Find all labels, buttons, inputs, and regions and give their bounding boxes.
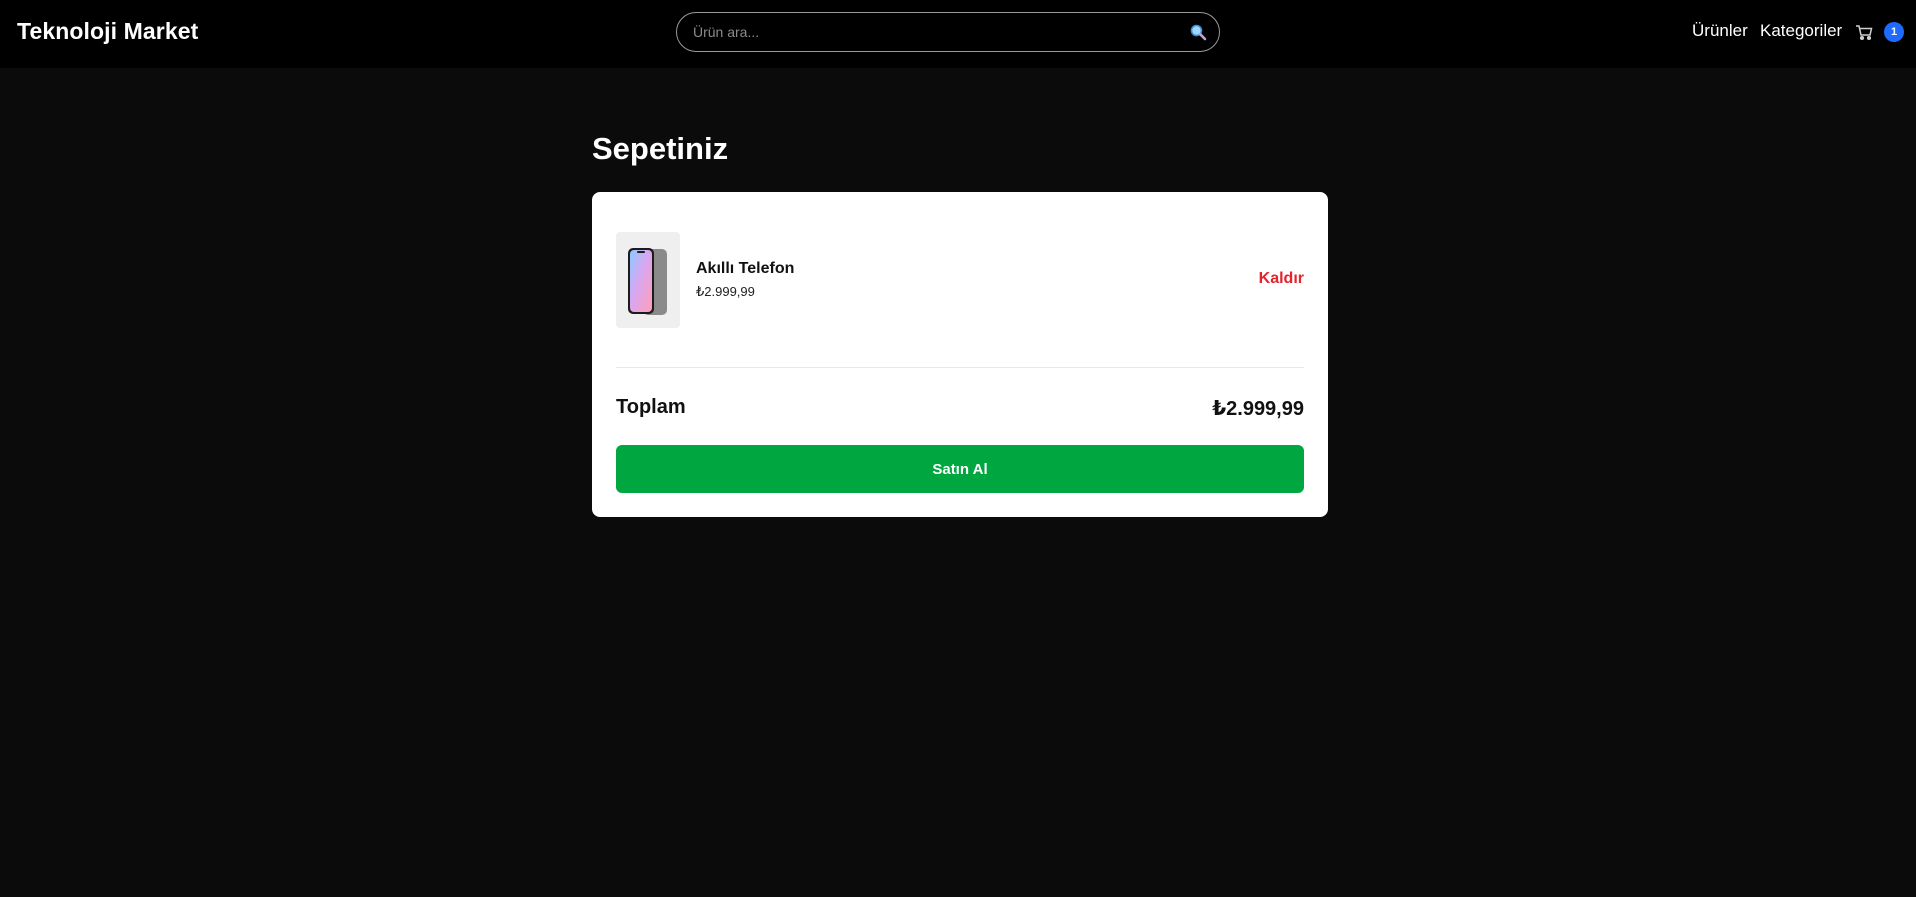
remove-item-button[interactable]: Kaldır — [1259, 270, 1304, 288]
divider — [616, 367, 1304, 368]
search-bar[interactable] — [676, 12, 1220, 52]
cart-card: Akıllı Telefon ₺2.999,99 Kaldır Toplam ₺… — [592, 192, 1328, 517]
cart-count-badge: 1 — [1884, 22, 1904, 42]
page-title: Sepetiniz — [592, 131, 729, 166]
top-navbar: Teknoloji Market Ürünler Kategoriler 1 — [0, 0, 1916, 68]
search-icon[interactable] — [1189, 23, 1207, 41]
cart-icon — [1855, 23, 1873, 41]
cart-button[interactable]: 1 — [1855, 20, 1905, 44]
product-image — [616, 232, 680, 328]
checkout-button[interactable]: Satın Al — [616, 445, 1304, 493]
total-label: Toplam — [616, 396, 686, 418]
nav-link-categories[interactable]: Kategoriler — [1760, 21, 1842, 41]
search-input[interactable] — [693, 13, 1173, 51]
brand-logo[interactable]: Teknoloji Market — [17, 18, 198, 45]
product-price: ₺2.999,99 — [696, 284, 755, 299]
product-name[interactable]: Akıllı Telefon — [696, 260, 794, 278]
nav-link-products[interactable]: Ürünler — [1692, 21, 1748, 41]
total-value: ₺2.999,99 — [1212, 398, 1304, 420]
